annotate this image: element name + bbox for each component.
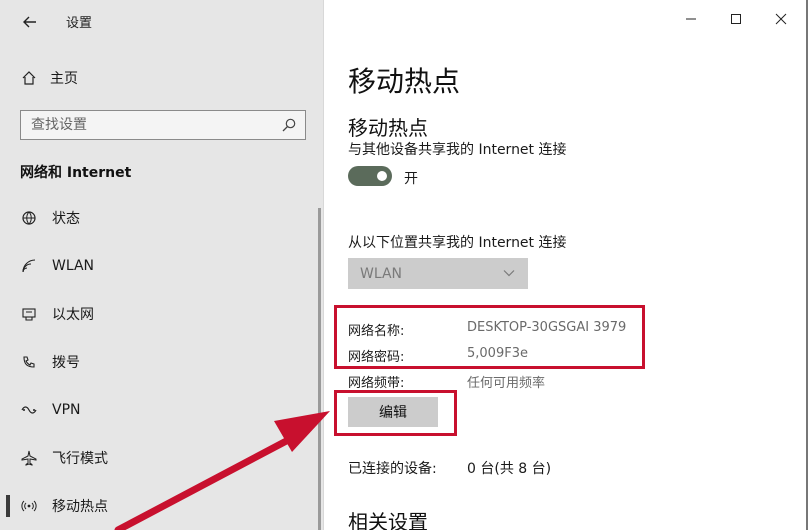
- main-pane: 移动热点 移动热点 与其他设备共享我的 Internet 连接 开 从以下位置共…: [324, 0, 808, 530]
- minimize-button[interactable]: [684, 12, 698, 26]
- section-title: 网络和 Internet: [20, 165, 132, 181]
- vpn-icon: [20, 401, 38, 419]
- sidebar-item-label: 以太网: [52, 307, 94, 323]
- dialup-icon: [20, 353, 38, 371]
- ethernet-icon: [20, 305, 38, 323]
- related-settings-heading: 相关设置: [348, 510, 428, 530]
- sidebar-item-ethernet[interactable]: 以太网: [20, 301, 310, 327]
- back-button[interactable]: [16, 10, 44, 34]
- close-icon: [775, 13, 787, 25]
- chevron-down-icon: [503, 270, 515, 277]
- sidebar-scrollbar[interactable]: [318, 208, 321, 530]
- sidebar-item-status[interactable]: 状态: [20, 205, 310, 231]
- share-from-value: WLAN: [360, 265, 403, 282]
- back-arrow-icon: [23, 16, 36, 28]
- page-title: 移动热点: [348, 65, 461, 98]
- sidebar-item-label: VPN: [52, 402, 81, 418]
- annotation-network-info-box: [334, 305, 645, 369]
- sidebar-item-label: 拨号: [52, 355, 80, 371]
- settings-window: 设置 主页 网络和 Internet 状态 WLAN: [0, 0, 808, 530]
- connected-devices-value: 0 台(共 8 台): [467, 461, 552, 477]
- search-box: [20, 110, 306, 140]
- sidebar-item-label: WLAN: [52, 258, 95, 274]
- maximize-icon: [731, 14, 741, 24]
- sidebar-item-home[interactable]: 主页: [20, 66, 78, 90]
- maximize-button[interactable]: [729, 12, 743, 26]
- network-band-value: 任何可用频率: [467, 376, 546, 391]
- sidebar-item-vpn[interactable]: VPN: [20, 397, 310, 423]
- sidebar-item-label: 主页: [50, 71, 78, 87]
- toggle-knob: [377, 171, 387, 181]
- wifi-icon: [20, 257, 38, 275]
- close-button[interactable]: [774, 12, 788, 26]
- sidebar-item-label: 移动热点: [52, 499, 108, 515]
- share-from-label: 从以下位置共享我的 Internet 连接: [348, 235, 567, 251]
- share-from-select[interactable]: WLAN: [348, 258, 528, 289]
- sidebar-item-label: 状态: [52, 211, 80, 227]
- app-title: 设置: [66, 16, 93, 31]
- hotspot-toggle[interactable]: [348, 166, 392, 186]
- section-heading: 移动热点: [348, 116, 428, 140]
- network-band-label: 网络频带:: [348, 376, 405, 391]
- airplane-icon: [20, 449, 38, 467]
- status-icon: [20, 209, 38, 227]
- hotspot-icon: [20, 497, 38, 515]
- share-description: 与其他设备共享我的 Internet 连接: [348, 142, 567, 158]
- search-icon[interactable]: [281, 117, 297, 133]
- minimize-icon: [686, 18, 696, 20]
- sidebar-item-wlan[interactable]: WLAN: [20, 253, 310, 279]
- annotation-edit-box: [334, 390, 457, 436]
- sidebar-item-label: 飞行模式: [52, 451, 108, 467]
- sidebar-item-airplane-mode[interactable]: 飞行模式: [20, 445, 310, 471]
- sidebar-item-dialup[interactable]: 拨号: [20, 349, 310, 375]
- home-icon: [20, 69, 38, 87]
- sidebar: 设置 主页 网络和 Internet 状态 WLAN: [0, 0, 324, 530]
- toggle-state-label: 开: [404, 171, 418, 187]
- search-input[interactable]: [21, 117, 271, 133]
- sidebar-item-mobile-hotspot[interactable]: 移动热点: [6, 493, 310, 519]
- connected-devices-label: 已连接的设备:: [348, 461, 437, 477]
